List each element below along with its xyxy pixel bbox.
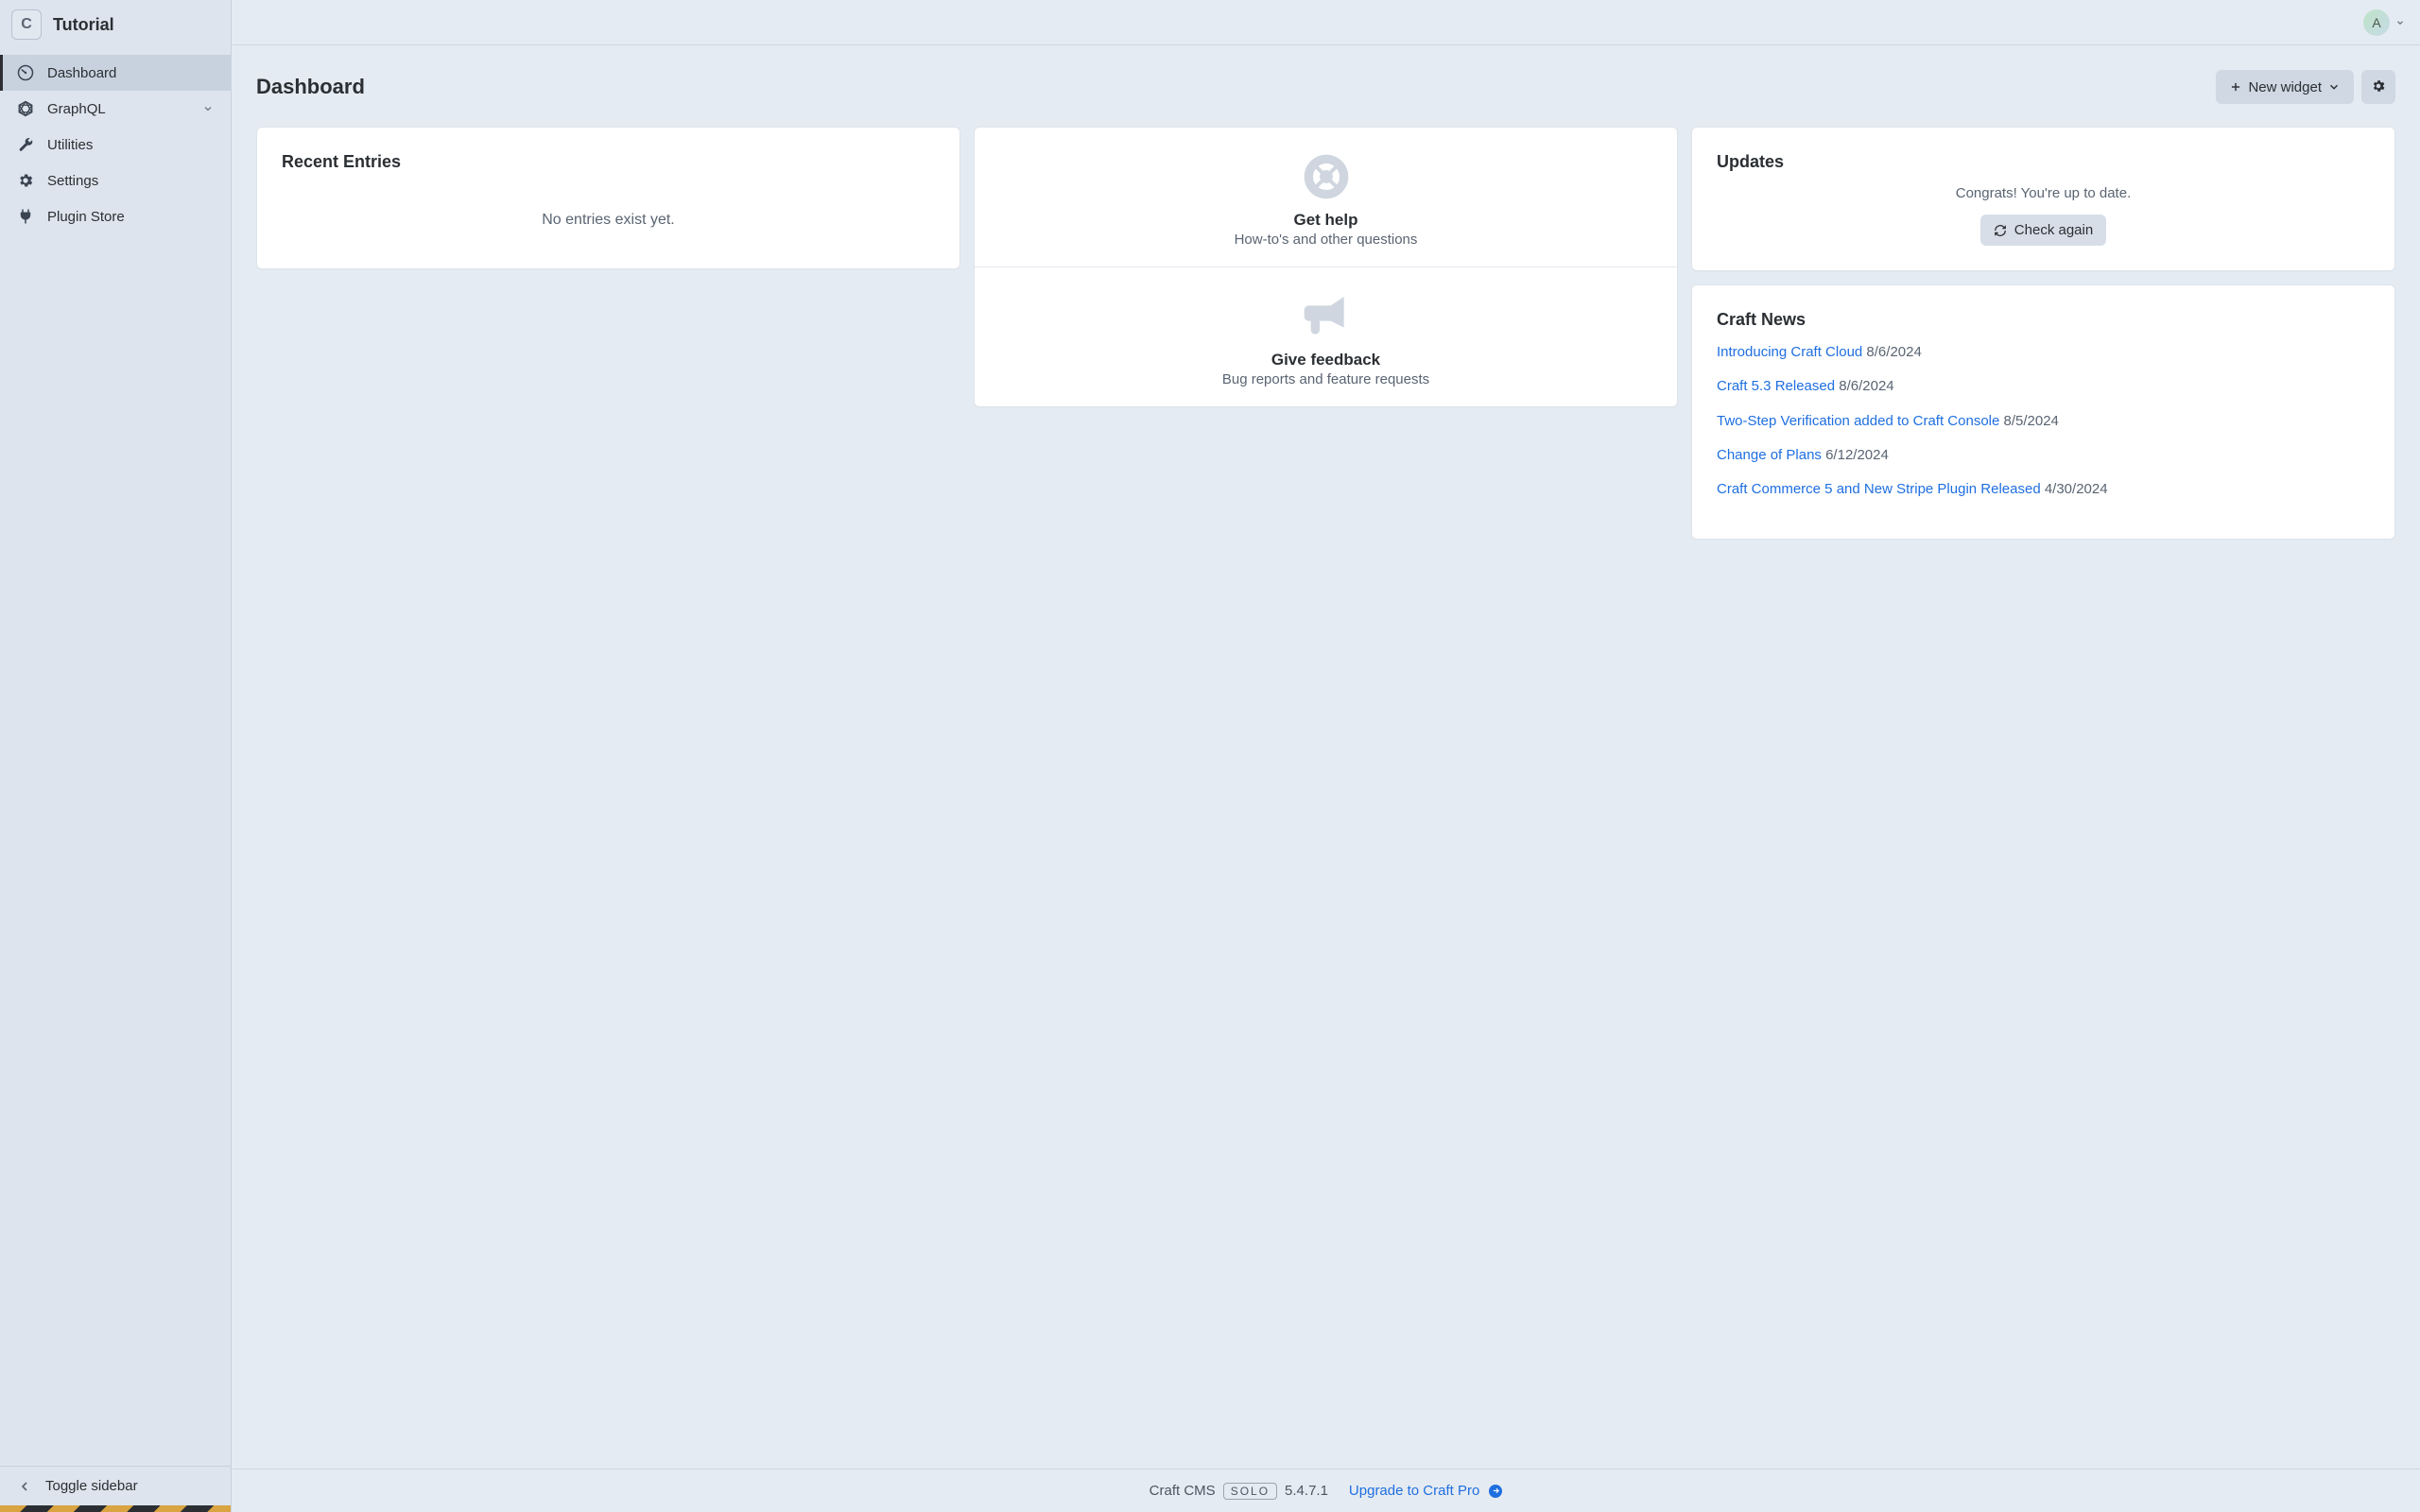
- recent-entries-empty: No entries exist yet.: [282, 185, 935, 244]
- brand[interactable]: C Tutorial: [0, 0, 231, 49]
- give-feedback-tile[interactable]: Give feedback Bug reports and feature re…: [975, 266, 1677, 406]
- news-date: 8/6/2024: [1839, 378, 1893, 394]
- gear-icon: [17, 172, 34, 189]
- news-item: Craft 5.3 Released 8/6/2024: [1717, 377, 2370, 396]
- avatar: A: [2363, 9, 2390, 36]
- tile-subtitle: How-to's and other questions: [990, 232, 1662, 248]
- sidebar-item-label: Dashboard: [47, 65, 116, 81]
- get-help-tile[interactable]: Get help How-to's and other questions: [975, 128, 1677, 266]
- new-widget-label: New widget: [2248, 79, 2322, 95]
- recent-entries-widget: Recent Entries No entries exist yet.: [256, 127, 960, 269]
- upgrade-link[interactable]: Upgrade to Craft Pro: [1349, 1483, 1479, 1499]
- sidebar-item-settings[interactable]: Settings: [0, 163, 231, 198]
- sidebar-item-label: Utilities: [47, 137, 93, 153]
- sidebar-item-graphql[interactable]: GraphQL: [0, 91, 231, 127]
- check-again-button[interactable]: Check again: [1980, 215, 2106, 246]
- new-widget-button[interactable]: New widget: [2216, 70, 2354, 104]
- gauge-icon: [17, 64, 34, 81]
- gear-icon: [2371, 78, 2386, 95]
- toggle-sidebar-button[interactable]: Toggle sidebar: [0, 1466, 231, 1505]
- bullhorn-icon: [1300, 290, 1353, 343]
- topbar: A: [232, 0, 2420, 45]
- check-again-label: Check again: [2014, 222, 2093, 238]
- news-item: Craft Commerce 5 and New Stripe Plugin R…: [1717, 480, 2370, 499]
- updates-message: Congrats! You're up to date.: [1717, 185, 2370, 201]
- chevron-down-icon: [202, 103, 214, 114]
- brand-badge: C: [11, 9, 42, 40]
- lifesaver-icon: [1300, 150, 1353, 203]
- tile-title: Get help: [990, 211, 1662, 230]
- dev-mode-stripe: [0, 1505, 231, 1512]
- sidebar-item-dashboard[interactable]: Dashboard: [0, 55, 231, 91]
- news-item: Two-Step Verification added to Craft Con…: [1717, 412, 2370, 431]
- refresh-icon: [1994, 224, 2007, 237]
- news-date: 8/6/2024: [1866, 344, 1921, 360]
- edition-pill[interactable]: SOLO: [1223, 1483, 1277, 1500]
- plug-icon: [17, 208, 34, 225]
- primary-nav: Dashboard GraphQL Utilities: [0, 55, 231, 234]
- widget-title: Recent Entries: [282, 152, 935, 172]
- tile-subtitle: Bug reports and feature requests: [990, 371, 1662, 387]
- support-widget: Get help How-to's and other questions Gi…: [974, 127, 1678, 407]
- arrow-right-icon: [1489, 1485, 1502, 1498]
- news-item: Introducing Craft Cloud 8/6/2024: [1717, 343, 2370, 362]
- graphql-icon: [17, 100, 34, 117]
- footer-version: 5.4.7.1: [1285, 1483, 1328, 1499]
- plus-icon: [2229, 80, 2242, 94]
- news-item: Change of Plans 6/12/2024: [1717, 446, 2370, 465]
- news-link[interactable]: Change of Plans: [1717, 447, 1822, 463]
- sidebar-item-label: Settings: [47, 173, 98, 189]
- news-link[interactable]: Craft 5.3 Released: [1717, 378, 1835, 394]
- news-link[interactable]: Two-Step Verification added to Craft Con…: [1717, 413, 1999, 429]
- news-date: 4/30/2024: [2045, 481, 2108, 497]
- sidebar-item-label: Plugin Store: [47, 209, 125, 225]
- brand-title: Tutorial: [53, 15, 114, 35]
- chevron-down-icon: [2327, 80, 2341, 94]
- craft-news-widget: Craft News Introducing Craft Cloud 8/6/2…: [1691, 284, 2395, 540]
- user-menu[interactable]: A: [2363, 9, 2405, 36]
- sidebar: C Tutorial Dashboard GraphQL: [0, 0, 232, 1512]
- tile-title: Give feedback: [990, 351, 1662, 369]
- footer: Craft CMS SOLO 5.4.7.1 Upgrade to Craft …: [232, 1469, 2420, 1512]
- settings-button[interactable]: [2361, 70, 2395, 104]
- news-link[interactable]: Craft Commerce 5 and New Stripe Plugin R…: [1717, 481, 2041, 497]
- chevron-left-icon: [17, 1479, 32, 1494]
- chevron-down-icon: [2395, 18, 2405, 27]
- toggle-sidebar-label: Toggle sidebar: [45, 1478, 138, 1494]
- updates-widget: Updates Congrats! You're up to date. Che…: [1691, 127, 2395, 271]
- news-date: 6/12/2024: [1825, 447, 1889, 463]
- sidebar-item-label: GraphQL: [47, 101, 106, 117]
- news-date: 8/5/2024: [2004, 413, 2059, 429]
- footer-product: Craft CMS: [1150, 1483, 1216, 1499]
- news-link[interactable]: Introducing Craft Cloud: [1717, 344, 1862, 360]
- widget-title: Craft News: [1717, 310, 2370, 330]
- sidebar-item-utilities[interactable]: Utilities: [0, 127, 231, 163]
- wrench-icon: [17, 136, 34, 153]
- sidebar-item-plugin-store[interactable]: Plugin Store: [0, 198, 231, 234]
- page-title: Dashboard: [256, 75, 365, 99]
- widget-title: Updates: [1717, 152, 2370, 172]
